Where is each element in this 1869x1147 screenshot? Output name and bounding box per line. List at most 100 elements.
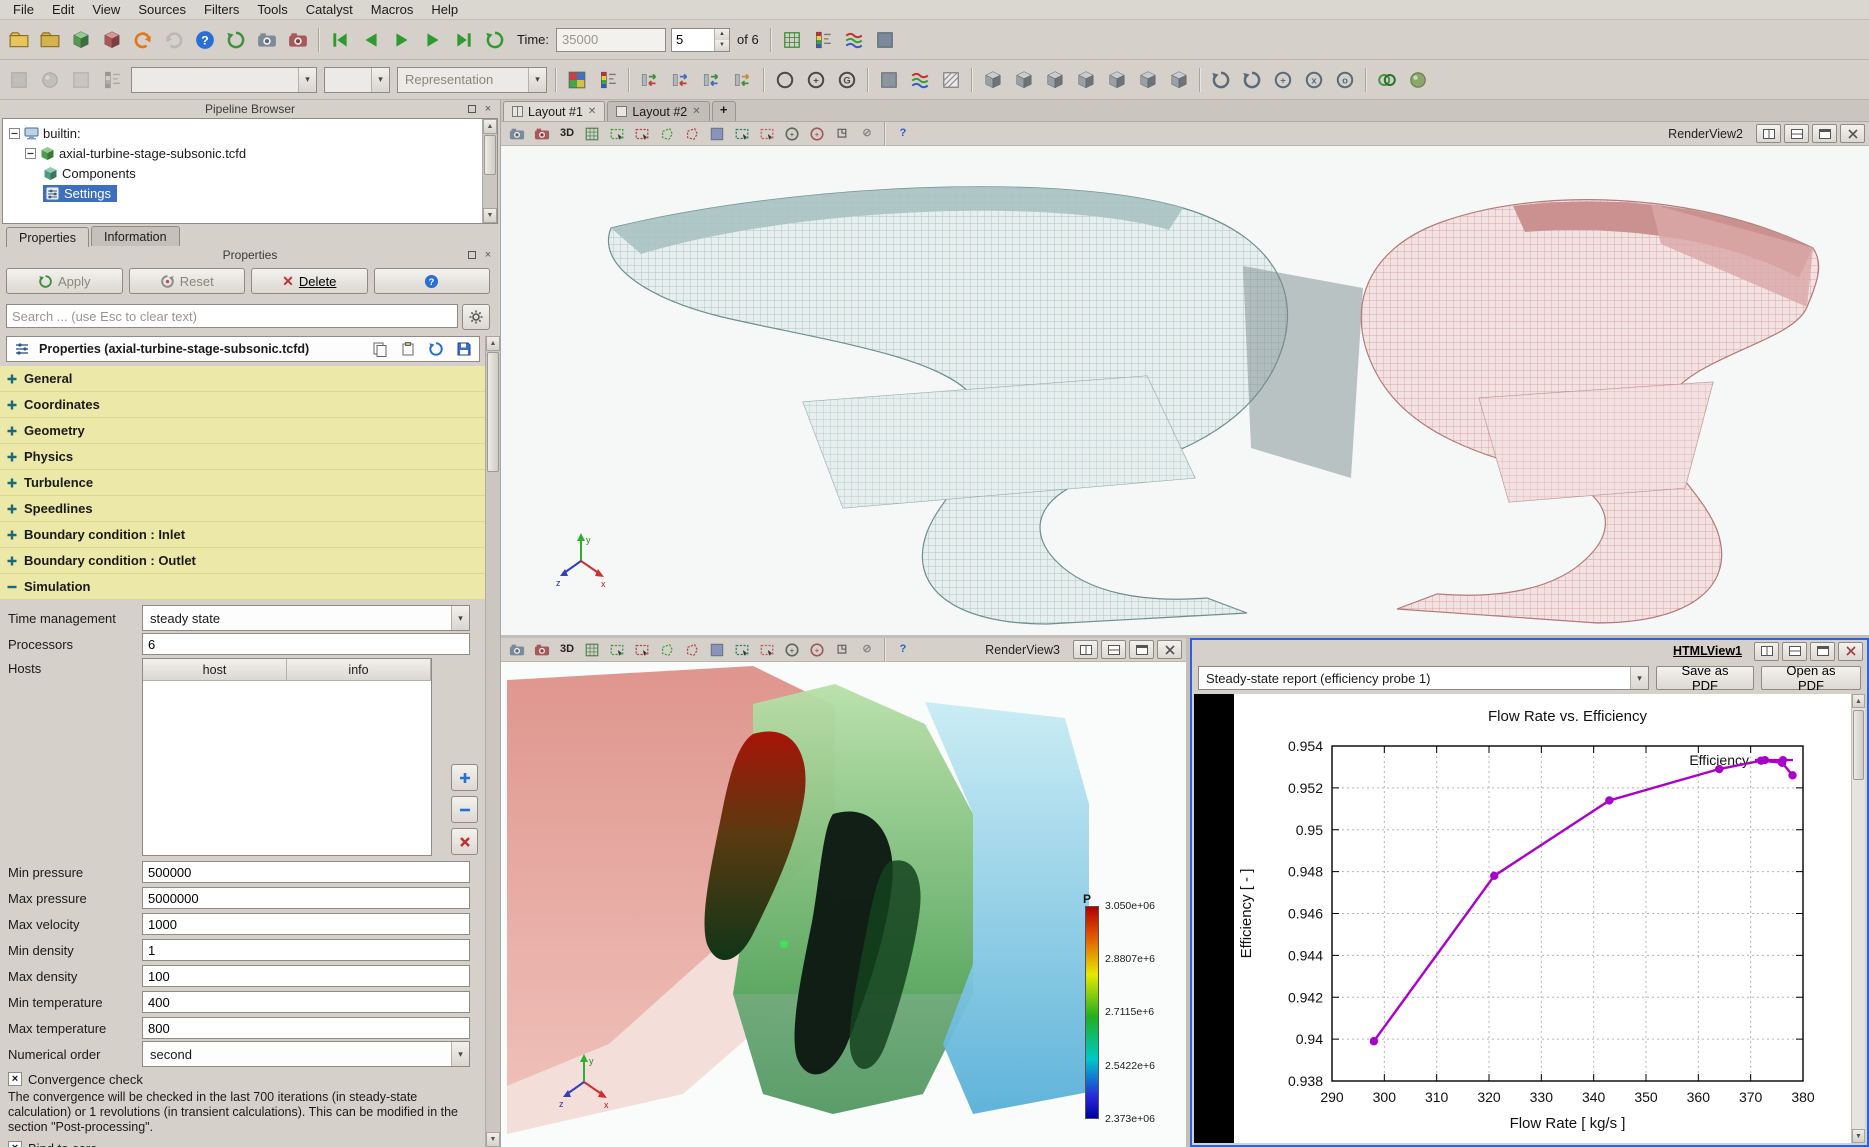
max-pressure-input[interactable] (142, 887, 470, 909)
add-layout-tab[interactable]: + (712, 101, 736, 121)
camera-minus-y-icon[interactable] (1071, 66, 1101, 94)
menu-macros[interactable]: Macros (362, 1, 423, 18)
select-block-icon[interactable] (705, 123, 729, 145)
save-as-pdf-button[interactable]: Save as PDF (1656, 666, 1754, 690)
menu-file[interactable]: File (4, 1, 43, 18)
pipeline-item-settings[interactable]: Settings (3, 183, 497, 203)
representation-combo[interactable]: Representation▾ (397, 67, 547, 93)
float-dock-button[interactable] (466, 249, 478, 261)
save-data-icon[interactable] (35, 26, 65, 54)
maximize-view-button[interactable] (1812, 124, 1837, 143)
render-view-help-icon[interactable]: ? (891, 123, 915, 145)
toggle-3d-interaction-icon[interactable]: 3D (555, 639, 579, 661)
data-axes-grid-icon[interactable] (777, 26, 807, 54)
component-combo[interactable]: ▾ (324, 67, 390, 93)
close-view-button[interactable] (1157, 640, 1182, 659)
section-speedlines[interactable]: Speedlines (0, 496, 485, 522)
tab-properties[interactable]: Properties (6, 227, 89, 247)
frame-spinner[interactable]: ▲ ▼ (671, 28, 730, 52)
show-color-legend-icon[interactable] (562, 66, 592, 94)
pipeline-item-components[interactable]: Components (3, 163, 497, 183)
interactive-select-points-icon[interactable] (755, 123, 779, 145)
maximize-view-button[interactable] (1129, 640, 1154, 659)
clear-hosts-button[interactable] (451, 828, 478, 855)
add-host-button[interactable] (451, 764, 478, 791)
scroll-down-icon[interactable]: ▼ (1852, 1129, 1865, 1143)
camera-minus-x-icon[interactable] (1009, 66, 1039, 94)
camera-minus-z-icon[interactable] (1133, 66, 1163, 94)
section-geometry[interactable]: Geometry (0, 418, 485, 444)
search-input[interactable] (6, 304, 458, 328)
hover-cells-icon[interactable]: + (780, 639, 804, 661)
report-select[interactable]: Steady-state report (efficiency probe 1)… (1198, 666, 1649, 690)
menu-edit[interactable]: Edit (43, 1, 83, 18)
max-velocity-input[interactable] (142, 913, 470, 935)
zoom-to-box-icon[interactable]: ◳ (830, 639, 854, 661)
scroll-up-icon[interactable]: ▲ (1852, 694, 1865, 708)
spinner-down-button[interactable]: ▼ (715, 40, 729, 51)
toggle-3d-interaction-icon[interactable]: 3D (555, 123, 579, 145)
help-icon[interactable]: ? (190, 26, 220, 54)
hover-points-icon[interactable]: + (805, 123, 829, 145)
scroll-down-icon[interactable]: ▼ (483, 208, 497, 223)
show-center-icon[interactable]: + (1268, 66, 1298, 94)
rescale-to-data-icon[interactable] (635, 66, 665, 94)
camera-plus-x-icon[interactable] (978, 66, 1008, 94)
save-state-icon[interactable] (97, 26, 127, 54)
clear-selection-icon[interactable]: ⊘ (855, 639, 879, 661)
reset-center-icon[interactable]: o (1330, 66, 1360, 94)
memory-inspector-icon[interactable] (870, 26, 900, 54)
open-as-pdf-button[interactable]: Open as PDF (1761, 666, 1861, 690)
rescale-temporal-icon[interactable] (697, 66, 727, 94)
color-array-combo[interactable]: ▾ (131, 67, 317, 93)
screenshot-icon[interactable] (252, 26, 282, 54)
next-frame-button[interactable] (418, 26, 448, 54)
maximize-view-button[interactable] (1810, 642, 1835, 661)
remove-host-button[interactable] (451, 796, 478, 823)
close-dock-button[interactable]: × (482, 249, 494, 261)
frame-spinner-input[interactable] (672, 29, 714, 51)
spinner-up-button[interactable]: ▲ (715, 29, 729, 40)
previous-frame-button[interactable] (356, 26, 386, 54)
scroll-down-icon[interactable]: ▼ (486, 1132, 500, 1147)
menu-view[interactable]: View (83, 1, 129, 18)
pick-center-icon[interactable]: x (1299, 66, 1329, 94)
reset-camera-icon[interactable] (770, 66, 800, 94)
capture-screenshot-icon[interactable] (530, 123, 554, 145)
render-view-3-canvas[interactable]: P 3.050e+06 2.8807e+6 2.7115e+6 2.5422e+… (501, 662, 1186, 1147)
section-boundary-condition-inlet[interactable]: Boundary condition : Inlet (0, 522, 485, 548)
open-file-icon[interactable] (4, 26, 34, 54)
select-frustum-points-icon[interactable] (680, 123, 704, 145)
capture-screenshot-icon[interactable] (530, 639, 554, 661)
tab-information[interactable]: Information (91, 226, 180, 246)
select-block-icon[interactable] (705, 639, 729, 661)
interactive-select-cells-icon[interactable] (730, 639, 754, 661)
menu-help[interactable]: Help (422, 1, 467, 18)
tab-layout-2[interactable]: Layout #2 ✕ (607, 101, 709, 121)
pipeline-tree-scrollbar[interactable]: ▲ ▼ (482, 119, 497, 223)
bind-to-core-checkbox[interactable]: × (8, 1141, 22, 1147)
properties-scrollbar[interactable]: ▲ ▼ (485, 336, 500, 1147)
menu-catalyst[interactable]: Catalyst (297, 1, 362, 18)
select-frustum-cells-icon[interactable] (655, 639, 679, 661)
close-dock-button[interactable]: × (482, 103, 494, 115)
link-views-icon[interactable] (1372, 66, 1402, 94)
render-view-help-icon[interactable]: ? (891, 639, 915, 661)
split-horizontal-button[interactable] (1754, 642, 1779, 661)
play-button[interactable] (387, 26, 417, 54)
convergence-checkbox[interactable]: × (8, 1072, 22, 1086)
section-general[interactable]: General (0, 366, 485, 392)
undo-icon[interactable] (128, 26, 158, 54)
html-scrollbar[interactable]: ▲ ▼ (1851, 694, 1865, 1143)
rotate-clockwise-icon[interactable] (1206, 66, 1236, 94)
copy-properties-button[interactable] (369, 338, 391, 360)
export-scene-icon[interactable] (505, 639, 529, 661)
export-scene-icon[interactable] (505, 123, 529, 145)
select-surface-points-icon[interactable] (630, 639, 654, 661)
loop-button[interactable] (480, 26, 510, 54)
help-button[interactable]: ? (374, 268, 491, 294)
axes-grid-icon[interactable] (580, 639, 604, 661)
hosts-column-host[interactable]: host (143, 659, 287, 680)
menu-filters[interactable]: Filters (195, 1, 248, 18)
time-input[interactable] (556, 28, 666, 52)
